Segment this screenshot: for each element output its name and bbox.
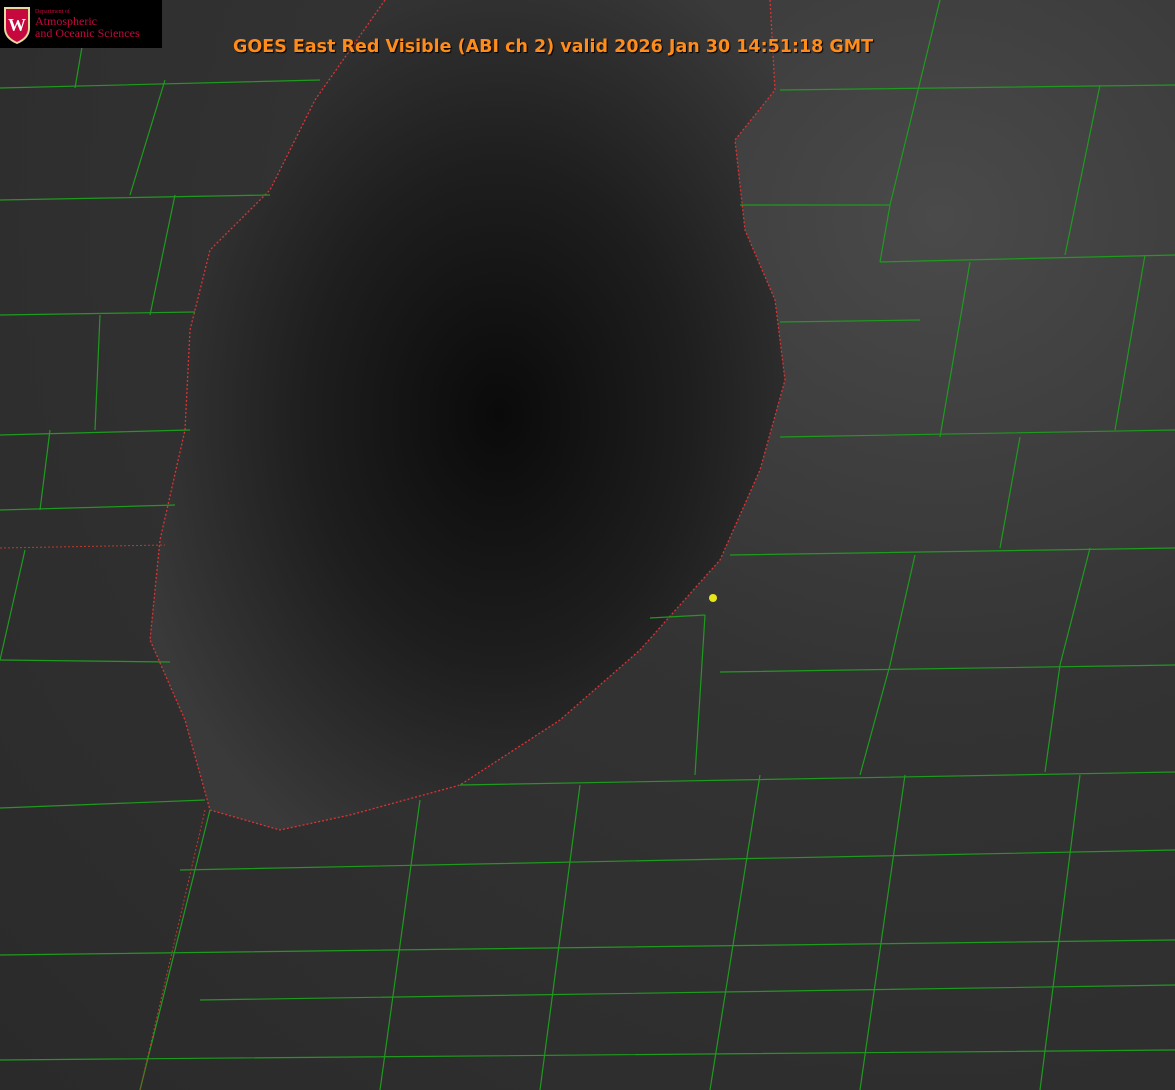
lake-michigan xyxy=(150,0,785,830)
satellite-image: W Department of Atmospheric and Oceanic … xyxy=(0,0,1175,1090)
location-marker xyxy=(709,594,717,602)
uw-aos-logo: W Department of Atmospheric and Oceanic … xyxy=(0,0,162,48)
map-overlay xyxy=(0,0,1175,1090)
uw-crest-icon: W xyxy=(4,7,30,44)
logo-line2: and Oceanic Sciences xyxy=(35,26,140,40)
image-title: GOES East Red Visible (ABI ch 2) valid 2… xyxy=(233,37,874,57)
svg-text:W: W xyxy=(8,15,26,35)
